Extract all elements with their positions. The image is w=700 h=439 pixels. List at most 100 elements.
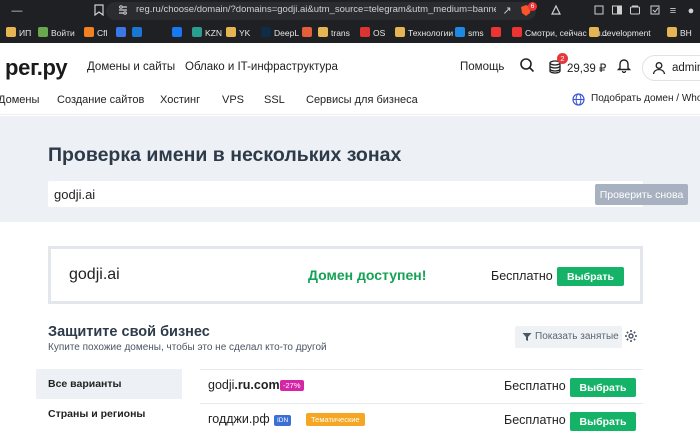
bookmark-label: Войти [51,28,75,38]
suggestion-name: годджи.рф [208,412,270,426]
protect-subtitle: Купите похожие домены, чтобы это не сдел… [48,342,327,353]
select-domain-button[interactable]: Выбрать [557,267,624,286]
bookmark-item[interactable]: Технологии [395,26,453,40]
gear-icon[interactable] [624,329,640,345]
bookmark-label: Технологии [408,28,454,38]
bookmark-item[interactable] [116,26,129,40]
select-suggestion-button[interactable]: Выбрать [570,378,636,397]
bookmark-icon [172,27,182,37]
nav-cloud[interactable]: Облако и IT-инфраструктура [185,61,338,73]
result-price: Бесплатно [491,269,553,283]
user-name: admin [672,62,700,74]
search-icon[interactable] [519,57,537,75]
result-domain-tld: .ai [102,266,120,283]
site-settings-icon[interactable] [116,4,130,18]
bookmark-item[interactable] [302,26,315,40]
sidebar-item-label: Все варианты [48,378,122,390]
rewards-icon[interactable] [549,4,563,18]
bookmark-icon [38,27,48,37]
bookmark-item[interactable]: Войти [38,26,75,40]
show-taken-label: Показать занятые [535,331,619,342]
bookmark-icon [84,27,94,37]
bookmark-icon [226,27,236,37]
search-hero: Проверка имени в нескольких зонах Провер… [0,116,700,222]
user-menu-button[interactable]: admin [642,55,700,81]
subnav-ssl[interactable]: SSL [264,94,285,106]
suggestion-price: Бесплатно [504,379,566,393]
bookmark-label: Cfl [97,28,108,38]
profile-icon[interactable]: ● [684,4,698,18]
suggestion-tld: .ru.com [234,378,280,392]
wallet-icon[interactable] [628,4,642,18]
reg-ru-logo[interactable]: рег.ру [5,55,68,81]
bookmark-icon [132,27,142,37]
subnav-hosting[interactable]: Хостинг [160,94,200,106]
extensions-icon[interactable] [592,4,606,18]
bookmark-item[interactable]: ИП [6,26,31,40]
bookmark-icon [455,27,465,37]
bookmark-icon [395,27,405,37]
bookmark-item[interactable]: OS [360,26,385,40]
subnav-business[interactable]: Сервисы для бизнеса [306,94,418,106]
nav-domains-sites[interactable]: Домены и сайты [87,61,175,73]
bookmark-label: ВН [680,28,692,38]
bookmark-item[interactable] [491,26,504,40]
extension-badge: 6 [528,2,537,11]
bookmark-item[interactable]: sms [455,26,484,40]
suggestion-row: годджи.рф IDN Тематические Бесплатно Выб… [200,403,643,437]
sidebar-item-all[interactable]: Все варианты [36,369,182,399]
help-link[interactable]: Помощь [460,61,504,73]
bookmark-item[interactable]: KZN [192,26,222,40]
select-suggestion-button[interactable]: Выбрать [570,412,636,431]
bookmark-icon [491,27,501,37]
bookmark-icon [512,27,522,37]
url-text[interactable]: reg.ru/choose/domain/?domains=godji.ai&u… [136,4,496,15]
bookmark-label: development [602,28,651,38]
globe-icon [572,93,585,111]
bookmark-item[interactable]: DeepL [261,26,299,40]
vpn-icon[interactable] [648,4,662,18]
bookmark-item[interactable]: trans [318,26,350,40]
domain-search-input[interactable] [54,185,534,203]
subnav-domains[interactable]: Домены [0,94,39,106]
bookmark-label: OS [373,28,386,38]
bookmark-icon [667,27,677,37]
bookmark-label: ИП [19,28,32,38]
balance-amount[interactable]: 29,39 ₽ [567,61,606,75]
bookmark-star-icon[interactable] [92,4,106,18]
user-icon [652,61,666,80]
bookmark-label: trans [331,28,350,38]
result-domain-name: godji.ai [69,266,120,284]
menu-icon[interactable]: ≡ [666,4,680,18]
sidebar-icon[interactable] [610,4,624,18]
address-row: — reg.ru/choose/domain/?domains=godji.ai… [0,0,700,22]
bookmark-item[interactable]: ВН [667,26,692,40]
share-icon[interactable]: ↗ [500,4,514,18]
minimize-icon[interactable]: — [10,4,24,18]
domain-result-card: godji.ai Домен доступен! Бесплатно Выбра… [48,246,643,304]
show-taken-filter[interactable]: Показать занятые [515,326,622,348]
bookmark-item[interactable]: Cfl [84,26,107,40]
bookmark-item[interactable] [172,26,185,40]
bookmark-item[interactable]: development [589,26,651,40]
bookmark-icon [302,27,312,37]
bookmark-label: DeepL [274,28,300,38]
bookmark-icon [261,27,271,37]
bookmark-icon [6,27,16,37]
bookmark-label: sms [468,28,484,38]
bookmark-item[interactable] [132,26,145,40]
bell-icon[interactable] [616,57,634,75]
bookmark-icon [192,27,202,37]
check-again-button[interactable]: Проверить снова [595,184,688,205]
subnav-site-builder[interactable]: Создание сайтов [57,94,144,106]
subnav-vps[interactable]: VPS [222,94,244,106]
idn-badge: IDN [274,415,292,426]
bookmark-item[interactable]: YK [226,26,250,40]
whois-link[interactable]: Подобрать домен / Whois [591,93,700,104]
thematic-badge: Тематические [306,413,365,426]
suggestion-row: godji.ru.com -27% Бесплатно Выбрать [200,369,643,403]
bookmark-icon [318,27,328,37]
bookmark-icon [360,27,370,37]
sidebar-item-countries[interactable]: Страны и регионы [36,399,182,429]
site-header: рег.ру Домены и сайты Облако и IT-инфрас… [0,43,700,91]
